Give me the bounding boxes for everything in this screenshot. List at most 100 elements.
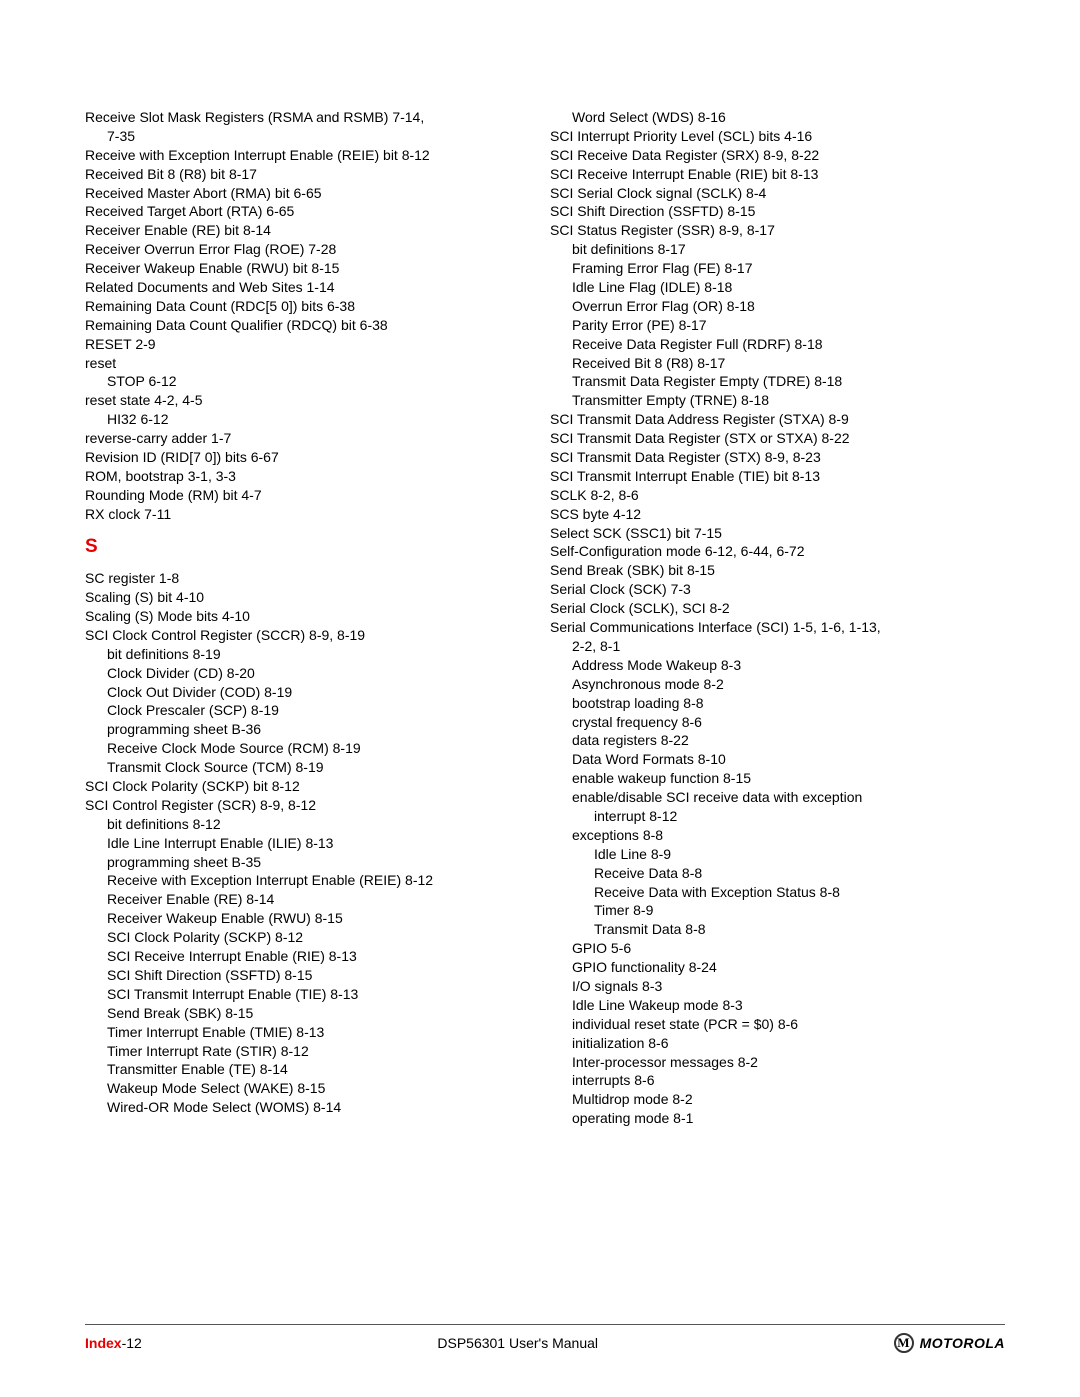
index-entry: Receiver Enable (RE) 8-14 [85, 890, 540, 909]
index-entry: Data Word Formats 8-10 [550, 750, 1005, 769]
index-entry: programming sheet B-36 [85, 720, 540, 739]
index-entry: Received Bit 8 (R8) bit 8-17 [85, 165, 540, 184]
index-entry: SCI Interrupt Priority Level (SCL) bits … [550, 127, 1005, 146]
index-entry: Receive Data Register Full (RDRF) 8-18 [550, 335, 1005, 354]
index-entry: SCLK 8-2, 8-6 [550, 486, 1005, 505]
index-entry: Wakeup Mode Select (WAKE) 8-15 [85, 1079, 540, 1098]
index-entry: SCI Shift Direction (SSFTD) 8-15 [550, 202, 1005, 221]
brand-text: MOTOROLA [920, 1334, 1005, 1353]
page-label-suffix: -12 [122, 1335, 142, 1351]
index-entry: Asynchronous mode 8-2 [550, 675, 1005, 694]
doc-title: DSP56301 User's Manual [437, 1334, 598, 1353]
index-entry: Serial Clock (SCK) 7-3 [550, 580, 1005, 599]
index-entry: Remaining Data Count (RDC[5 0]) bits 6-3… [85, 297, 540, 316]
index-entry: Revision ID (RID[7 0]) bits 6-67 [85, 448, 540, 467]
index-entry: SCI Serial Clock signal (SCLK) 8-4 [550, 184, 1005, 203]
index-entry: Send Break (SBK) bit 8-15 [550, 561, 1005, 580]
index-entry: Transmit Clock Source (TCM) 8-19 [85, 758, 540, 777]
index-entry: SCI Receive Data Register (SRX) 8-9, 8-2… [550, 146, 1005, 165]
index-entry: Timer 8-9 [550, 901, 1005, 920]
index-entry: 2-2, 8-1 [550, 637, 1005, 656]
index-entry: SCI Transmit Data Register (STX) 8-9, 8-… [550, 448, 1005, 467]
index-entry: data registers 8-22 [550, 731, 1005, 750]
index-content: Receive Slot Mask Registers (RSMA and RS… [85, 108, 1005, 1128]
index-entry: Word Select (WDS) 8-16 [550, 108, 1005, 127]
index-entry: Parity Error (PE) 8-17 [550, 316, 1005, 335]
index-entry: Timer Interrupt Enable (TMIE) 8-13 [85, 1023, 540, 1042]
index-entry: Transmit Data 8-8 [550, 920, 1005, 939]
index-entry: interrupts 8-6 [550, 1071, 1005, 1090]
index-entry: Related Documents and Web Sites 1-14 [85, 278, 540, 297]
brand-logo-icon: M [894, 1333, 914, 1353]
index-entry: Send Break (SBK) 8-15 [85, 1004, 540, 1023]
index-entry: Scaling (S) Mode bits 4-10 [85, 607, 540, 626]
index-entry: Transmitter Enable (TE) 8-14 [85, 1060, 540, 1079]
index-entry: Address Mode Wakeup 8-3 [550, 656, 1005, 675]
index-entry: Timer Interrupt Rate (STIR) 8-12 [85, 1042, 540, 1061]
index-entry: individual reset state (PCR = $0) 8-6 [550, 1015, 1005, 1034]
index-entry: SCI Control Register (SCR) 8-9, 8-12 [85, 796, 540, 815]
index-entry: Self-Configuration mode 6-12, 6-44, 6-72 [550, 542, 1005, 561]
index-entry: Overrun Error Flag (OR) 8-18 [550, 297, 1005, 316]
index-entry: SCI Transmit Interrupt Enable (TIE) bit … [550, 467, 1005, 486]
index-entry: Clock Prescaler (SCP) 8-19 [85, 701, 540, 720]
index-entry: reset [85, 354, 540, 373]
index-entry: Select SCK (SSC1) bit 7-15 [550, 524, 1005, 543]
index-page: Receive Slot Mask Registers (RSMA and RS… [0, 0, 1080, 1397]
index-entry: ROM, bootstrap 3-1, 3-3 [85, 467, 540, 486]
index-entry: Framing Error Flag (FE) 8-17 [550, 259, 1005, 278]
index-entry: Receive with Exception Interrupt Enable … [85, 146, 540, 165]
index-entry: Transmit Data Register Empty (TDRE) 8-18 [550, 372, 1005, 391]
index-entry: SCI Status Register (SSR) 8-9, 8-17 [550, 221, 1005, 240]
index-entry: Multidrop mode 8-2 [550, 1090, 1005, 1109]
index-entry: Idle Line Flag (IDLE) 8-18 [550, 278, 1005, 297]
index-entry: enable wakeup function 8-15 [550, 769, 1005, 788]
index-entry: operating mode 8-1 [550, 1109, 1005, 1128]
index-entry: Rounding Mode (RM) bit 4-7 [85, 486, 540, 505]
index-entry: Remaining Data Count Qualifier (RDCQ) bi… [85, 316, 540, 335]
index-entry: HI32 6-12 [85, 410, 540, 429]
index-entry: Inter-processor messages 8-2 [550, 1053, 1005, 1072]
index-entry: SCI Clock Control Register (SCCR) 8-9, 8… [85, 626, 540, 645]
index-entry: Receiver Wakeup Enable (RWU) 8-15 [85, 909, 540, 928]
index-entry: SCI Shift Direction (SSFTD) 8-15 [85, 966, 540, 985]
index-entry: Receiver Overrun Error Flag (ROE) 7-28 [85, 240, 540, 259]
index-entry: STOP 6-12 [85, 372, 540, 391]
footer-rule [85, 1324, 1005, 1325]
index-entry: Receive with Exception Interrupt Enable … [85, 871, 540, 890]
index-entry: Received Bit 8 (R8) 8-17 [550, 354, 1005, 373]
index-entry: Clock Divider (CD) 8-20 [85, 664, 540, 683]
index-entry: Serial Communications Interface (SCI) 1-… [550, 618, 1005, 637]
index-entry: SCI Transmit Data Register (STX or STXA)… [550, 429, 1005, 448]
index-entry: enable/disable SCI receive data with exc… [550, 788, 1005, 807]
index-entry: exceptions 8-8 [550, 826, 1005, 845]
section-heading: S [85, 534, 540, 560]
index-entry: bit definitions 8-19 [85, 645, 540, 664]
index-entry: RX clock 7-11 [85, 505, 540, 524]
index-entry: Receiver Enable (RE) bit 8-14 [85, 221, 540, 240]
brand: M MOTOROLA [894, 1333, 1005, 1353]
index-entry: reverse-carry adder 1-7 [85, 429, 540, 448]
index-entry: Scaling (S) bit 4-10 [85, 588, 540, 607]
index-entry: Idle Line 8-9 [550, 845, 1005, 864]
index-entry: reset state 4-2, 4-5 [85, 391, 540, 410]
index-entry: I/O signals 8-3 [550, 977, 1005, 996]
index-entry: RESET 2-9 [85, 335, 540, 354]
index-entry: Idle Line Wakeup mode 8-3 [550, 996, 1005, 1015]
index-entry: bootstrap loading 8-8 [550, 694, 1005, 713]
index-entry: GPIO functionality 8-24 [550, 958, 1005, 977]
index-entry: bit definitions 8-12 [85, 815, 540, 834]
page-number: Index-12 [85, 1334, 142, 1353]
index-entry: Receive Data with Exception Status 8-8 [550, 883, 1005, 902]
index-entry: Receive Data 8-8 [550, 864, 1005, 883]
index-entry: Transmitter Empty (TRNE) 8-18 [550, 391, 1005, 410]
index-entry: SCI Transmit Data Address Register (STXA… [550, 410, 1005, 429]
right-column: Word Select (WDS) 8-16SCI Interrupt Prio… [550, 108, 1005, 1128]
index-entry: GPIO 5-6 [550, 939, 1005, 958]
index-entry: Receive Slot Mask Registers (RSMA and RS… [85, 108, 540, 127]
index-entry: SCI Receive Interrupt Enable (RIE) 8-13 [85, 947, 540, 966]
index-entry: SCI Transmit Interrupt Enable (TIE) 8-13 [85, 985, 540, 1004]
index-entry: interrupt 8-12 [550, 807, 1005, 826]
left-column: Receive Slot Mask Registers (RSMA and RS… [85, 108, 540, 1128]
page-footer: Index-12 DSP56301 User's Manual M MOTORO… [85, 1333, 1005, 1353]
